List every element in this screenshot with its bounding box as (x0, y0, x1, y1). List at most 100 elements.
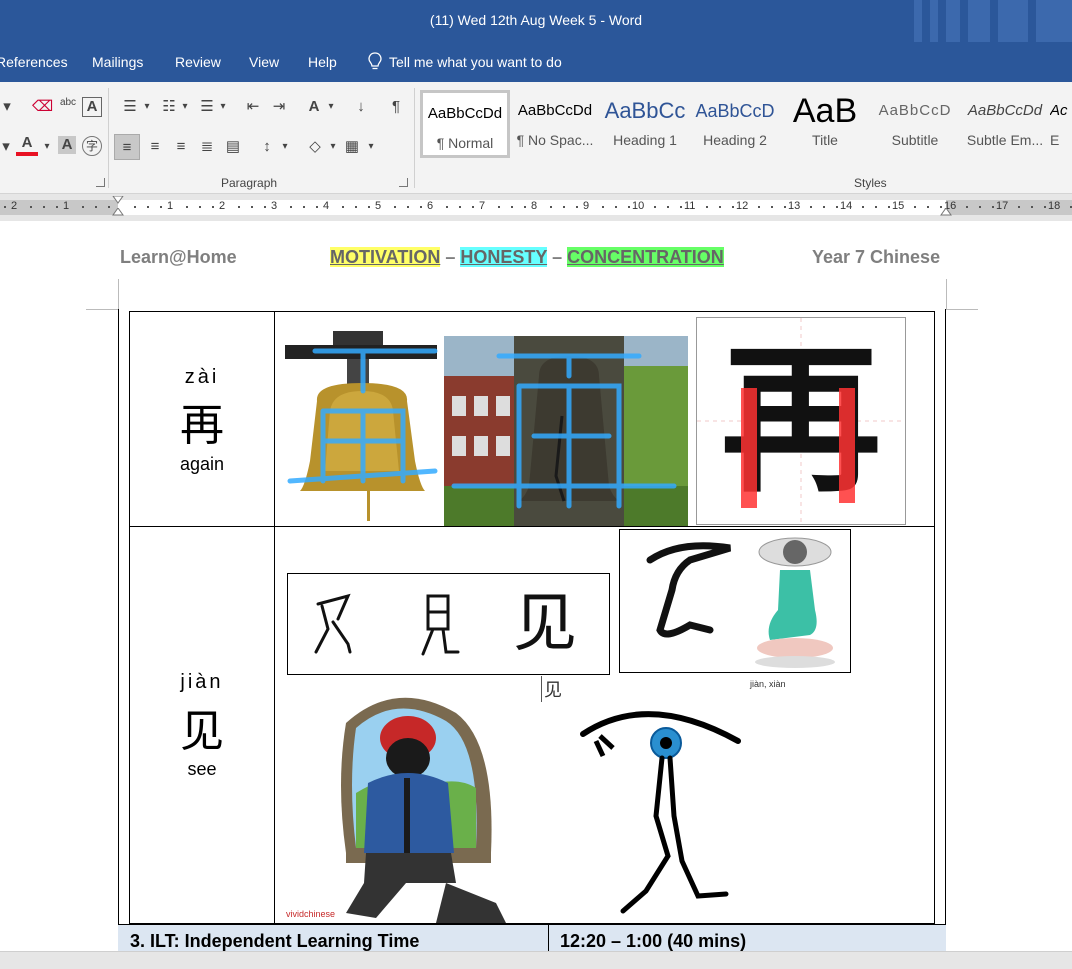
ruler[interactable]: 2 1 1 2 3 4 5 6 7 8 9 10 11 12 13 14 15 16 17 18 (0, 194, 1072, 221)
ruler-tick (732, 206, 734, 208)
ruler-tick (654, 206, 656, 208)
shading-dropdown-icon[interactable]: ▾ (328, 138, 338, 156)
multilevel-list-icon[interactable]: ☰ (196, 98, 218, 116)
style-title[interactable]: AaB Title (780, 90, 870, 158)
ruler-number: 18 (1048, 200, 1061, 212)
text-direction-dropdown-icon[interactable]: ▾ (326, 98, 336, 116)
tab-help[interactable]: Help (308, 54, 337, 70)
numbering-icon[interactable]: ☷ (158, 98, 180, 116)
numbering-dropdown-icon[interactable]: ▾ (180, 98, 190, 116)
tab-review[interactable]: Review (175, 54, 221, 70)
sort-icon[interactable]: ↓ (350, 98, 372, 116)
header-left: Learn@Home (120, 247, 237, 267)
increase-indent-icon[interactable]: ⇥ (268, 98, 290, 116)
show-formatting-marks-icon[interactable]: ¶ (386, 98, 406, 116)
stroke-order-image: 再 (696, 317, 906, 525)
ruler-tick (771, 206, 773, 208)
ilt-time: 12:20 – 1:00 (40 mins) (560, 931, 747, 951)
ruler-tick (836, 206, 838, 208)
align-center-icon[interactable]: ≡ (144, 138, 166, 156)
character-shading-icon[interactable]: A (58, 136, 76, 154)
borders-dropdown-icon[interactable]: ▾ (366, 138, 376, 156)
status-bar (0, 951, 1072, 969)
shading-icon[interactable]: ◇ (304, 138, 326, 156)
ruler-tick (706, 206, 708, 208)
ruler-number: 1 (63, 200, 70, 212)
multilevel-dropdown-icon[interactable]: ▾ (218, 98, 228, 116)
tab-mailings[interactable]: Mailings (92, 54, 143, 70)
pinyin-jian: jiàn (180, 671, 224, 693)
style-sample: AaBbCcD (695, 101, 775, 121)
style-subtle-emphasis[interactable]: AaBbCcDd Subtle Em... (960, 90, 1050, 158)
ruler-tick (43, 206, 45, 208)
ruler-number: 12 (736, 200, 749, 212)
style-normal[interactable]: AaBbCcDd ¶ Normal (420, 90, 510, 158)
ruler-tick (407, 206, 409, 208)
spelling-icon[interactable]: abc (58, 94, 78, 112)
style-emphasis[interactable]: Ac E (1050, 90, 1072, 158)
ruler-tick (147, 206, 149, 208)
ruler-number: 3 (271, 200, 278, 212)
ruler-tick (992, 206, 994, 208)
table-column-divider (274, 311, 275, 924)
justify-icon[interactable]: ≣ (196, 138, 218, 156)
ruler-tick (628, 206, 630, 208)
font-color-dropdown-icon[interactable]: ▾ (42, 138, 52, 156)
ruler-tick (342, 206, 344, 208)
bullets-dropdown-icon[interactable]: ▾ (142, 98, 152, 116)
borders-icon[interactable]: ▦ (342, 138, 362, 156)
header-values: MOTIVATION – HONESTY – CONCENTRATION (330, 247, 724, 268)
style-no-spacing[interactable]: AaBbCcDd ¶ No Spac... (510, 90, 600, 158)
ruler-tick (823, 206, 825, 208)
table-row-divider (129, 526, 935, 527)
document-page[interactable]: Learn@Home MOTIVATION – HONESTY – CONCEN… (0, 221, 1072, 951)
decrease-indent-icon[interactable]: ⇤ (242, 98, 264, 116)
tab-view[interactable]: View (249, 54, 279, 70)
paragraph-dialog-launcher-icon[interactable] (399, 178, 408, 187)
text-effects-icon[interactable]: A (82, 97, 102, 117)
enclose-characters-icon[interactable]: 字 (82, 136, 102, 156)
table-outer-border (118, 309, 119, 951)
style-heading-2[interactable]: AaBbCcD Heading 2 (690, 90, 780, 158)
font-dialog-launcher-icon[interactable] (96, 178, 105, 187)
bullets-icon[interactable]: ☰ (118, 98, 142, 116)
style-name: ¶ No Spac... (516, 132, 594, 148)
ruler-number: 6 (427, 200, 434, 212)
value-honesty: HONESTY (460, 247, 548, 267)
text-direction-icon[interactable]: A (302, 98, 326, 116)
line-spacing-dropdown-icon[interactable]: ▾ (280, 138, 290, 156)
hanzi-zai: 再 (180, 400, 224, 451)
clear-formatting-icon[interactable]: ⌫ (32, 98, 53, 116)
font-size-dropdown-icon[interactable]: ▾ (0, 98, 14, 116)
character-evolution-image: 见 (287, 573, 610, 675)
style-sample: AaBbCcDd (967, 102, 1043, 119)
ilt-column-divider (548, 925, 549, 951)
margin-corner (118, 279, 119, 309)
style-name: Heading 1 (613, 132, 677, 148)
lightbulb-icon (368, 52, 382, 70)
distributed-icon[interactable]: ▤ (222, 138, 244, 156)
style-name: Subtle Em... (966, 132, 1044, 148)
ruler-tick (784, 206, 786, 208)
margin-corner (946, 309, 978, 310)
style-subtitle[interactable]: AaBbCcD Subtitle (870, 90, 960, 158)
ruler-tick (758, 206, 760, 208)
font-color-icon[interactable]: A (16, 134, 38, 156)
line-spacing-icon[interactable]: ↕ (256, 138, 278, 156)
first-line-indent-icon[interactable] (112, 196, 124, 204)
tab-references[interactable]: References (0, 54, 68, 70)
font-menu-icon[interactable]: ▾ (0, 138, 12, 156)
ruler-tick (862, 206, 864, 208)
evolution-glyph: 见 (513, 587, 577, 661)
hanging-indent-icon[interactable] (112, 208, 124, 216)
ruler-tick (108, 206, 110, 208)
align-right-icon[interactable]: ≡ (170, 138, 192, 156)
ribbon: ▾ ⌫ abc A ▾ A ▾ A 字 ☰ ▾ ☷ ▾ ☰ ▾ ⇤ ⇥ A ▾ … (0, 82, 1072, 194)
tell-me-search[interactable]: Tell me what you want to do (389, 54, 562, 70)
ruler-tick (472, 206, 474, 208)
ruler-number: 1 (167, 200, 174, 212)
right-indent-icon[interactable] (940, 208, 952, 216)
ruler-tick (56, 206, 58, 208)
style-heading-1[interactable]: AaBbCc Heading 1 (600, 90, 690, 158)
align-left-icon[interactable]: ≡ (114, 134, 140, 160)
